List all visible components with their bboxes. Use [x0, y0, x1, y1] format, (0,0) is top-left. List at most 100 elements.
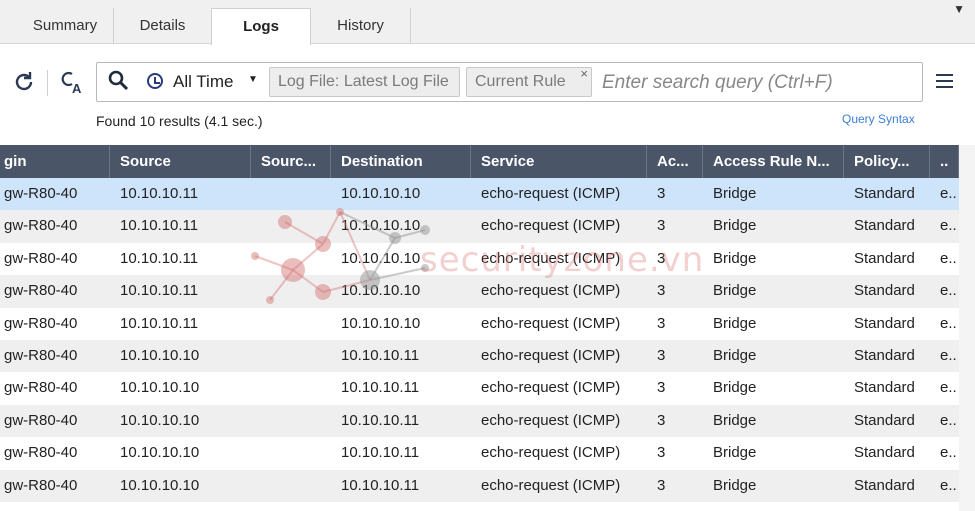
- close-icon[interactable]: ×: [580, 60, 588, 88]
- query-syntax-link[interactable]: Query Syntax: [842, 112, 915, 126]
- tab-logs[interactable]: Logs: [211, 8, 311, 45]
- tab-bar: Summary Details Logs History ▼: [0, 0, 975, 45]
- cell-access-rule-name: Bridge: [713, 314, 757, 332]
- cell-origin: gw-R80-40: [4, 346, 78, 364]
- cell-source: 10.10.10.11: [120, 217, 199, 235]
- cell-policy: Standard: [854, 314, 915, 332]
- cell-more: e..: [940, 444, 957, 462]
- cell-source-user: [251, 308, 331, 340]
- cell-destination: 10.10.10.11: [341, 379, 420, 397]
- column-header-source-user[interactable]: Sourc...: [251, 145, 331, 178]
- cell-source: 10.10.10.11: [120, 314, 199, 332]
- search-bar: All Time ▼ Log File: Latest Log File Cur…: [96, 62, 923, 102]
- hamburger-menu-icon[interactable]: [936, 74, 953, 89]
- column-header-more[interactable]: ..: [930, 145, 959, 178]
- column-header-action[interactable]: Ac...: [647, 145, 703, 178]
- cell-source-user: [251, 275, 331, 307]
- cell-more: e..: [940, 249, 957, 267]
- search-input[interactable]: Enter search query (Ctrl+F): [602, 72, 833, 94]
- cell-more: e..: [940, 346, 957, 364]
- time-filter[interactable]: All Time: [173, 72, 233, 92]
- cell-destination: 10.10.10.11: [341, 411, 420, 429]
- table-header: gin Source Sourc... Destination Service …: [0, 145, 959, 178]
- cell-more: e..: [940, 379, 957, 397]
- cell-more: e..: [940, 476, 957, 494]
- cell-source-user: [251, 470, 331, 502]
- tab-summary[interactable]: Summary: [17, 8, 114, 44]
- cell-access-rule-name: Bridge: [713, 476, 757, 494]
- table-row[interactable]: gw-R80-40 10.10.10.11 10.10.10.10 echo-requ…: [0, 275, 959, 308]
- cell-source: 10.10.10.10: [120, 379, 200, 397]
- cell-more: e..: [940, 411, 957, 429]
- cell-source: 10.10.10.10: [120, 444, 200, 462]
- cell-service: echo-request (ICMP): [481, 217, 621, 235]
- cell-source-user: [251, 243, 331, 275]
- cell-origin: gw-R80-40: [4, 444, 78, 462]
- toolbar-divider: [47, 70, 48, 96]
- cell-policy: Standard: [854, 217, 915, 235]
- table-row[interactable]: gw-R80-40 10.10.10.10 10.10.10.11 echo-requ…: [0, 404, 959, 438]
- cell-service: echo-request (ICMP): [481, 314, 621, 332]
- chevron-down-icon[interactable]: ▼: [248, 74, 258, 85]
- column-header-destination[interactable]: Destination: [331, 145, 471, 178]
- cell-destination: 10.10.10.11: [341, 346, 420, 364]
- clock-icon[interactable]: [147, 73, 163, 89]
- refresh-icon[interactable]: [12, 70, 36, 100]
- filter-chip-log-file[interactable]: Log File: Latest Log File: [269, 67, 460, 97]
- cell-action: 3: [657, 217, 666, 235]
- table-row[interactable]: gw-R80-40 10.10.10.11 10.10.10.10 echo-requ…: [0, 178, 959, 211]
- cell-access-rule-name: Bridge: [713, 185, 757, 202]
- vertical-scrollbar[interactable]: [959, 145, 975, 511]
- cell-policy: Standard: [854, 346, 915, 364]
- cell-access-rule-name: Bridge: [713, 346, 757, 364]
- cell-more: e..: [940, 217, 957, 235]
- cell-source-user: [251, 178, 331, 210]
- cell-policy: Standard: [854, 444, 915, 462]
- collapse-arrow-icon[interactable]: ▼: [953, 2, 965, 16]
- tab-history[interactable]: History: [311, 8, 411, 44]
- table-row[interactable]: gw-R80-40 10.10.10.10 10.10.10.11 echo-requ…: [0, 469, 959, 502]
- column-header-service[interactable]: Service: [471, 145, 647, 178]
- cell-action: 3: [657, 411, 666, 429]
- cell-service: echo-request (ICMP): [481, 185, 621, 202]
- table-row[interactable]: gw-R80-40 10.10.10.11 10.10.10.10 echo-requ…: [0, 210, 959, 243]
- tab-details[interactable]: Details: [114, 8, 212, 44]
- column-header-origin[interactable]: gin: [0, 145, 110, 178]
- table-row[interactable]: gw-R80-40 10.10.10.11 10.10.10.10 echo-requ…: [0, 307, 959, 340]
- table-row[interactable]: gw-R80-40 10.10.10.11 10.10.10.10 echo-requ…: [0, 242, 959, 276]
- table-row[interactable]: gw-R80-40 10.10.10.10 10.10.10.11 echo-requ…: [0, 339, 959, 373]
- column-header-access-rule-name[interactable]: Access Rule N...: [703, 145, 844, 178]
- cell-action: 3: [657, 346, 666, 364]
- cell-service: echo-request (ICMP): [481, 249, 621, 267]
- cell-source: 10.10.10.10: [120, 476, 200, 494]
- svg-text:A: A: [72, 81, 82, 96]
- match-case-icon[interactable]: A: [58, 68, 86, 102]
- cell-policy: Standard: [854, 249, 915, 267]
- cell-origin: gw-R80-40: [4, 185, 78, 202]
- table-row[interactable]: gw-R80-40 10.10.10.10 10.10.10.11 echo-requ…: [0, 437, 959, 470]
- cell-action: 3: [657, 282, 666, 300]
- cell-more: e..: [940, 185, 957, 202]
- cell-access-rule-name: Bridge: [713, 217, 757, 235]
- chip-label: Log File: Latest Log File: [278, 73, 449, 90]
- table-row[interactable]: gw-R80-40 10.10.10.10 10.10.10.11 echo-requ…: [0, 372, 959, 405]
- cell-source-user: [251, 437, 331, 469]
- table-body: gw-R80-40 10.10.10.11 10.10.10.10 echo-requ…: [0, 178, 959, 502]
- cell-more: e..: [940, 314, 957, 332]
- cell-action: 3: [657, 314, 666, 332]
- cell-action: 3: [657, 185, 666, 202]
- search-icon[interactable]: [107, 69, 131, 93]
- cell-destination: 10.10.10.10: [341, 217, 421, 235]
- column-header-source[interactable]: Source: [110, 145, 251, 178]
- cell-service: echo-request (ICMP): [481, 476, 621, 494]
- filter-chip-current-rule[interactable]: Current Rule ×: [466, 66, 592, 97]
- cell-source: 10.10.10.11: [120, 185, 199, 202]
- chip-label: Current Rule: [475, 73, 566, 90]
- cell-source-user: [251, 340, 331, 372]
- column-header-policy[interactable]: Policy...: [844, 145, 930, 178]
- cell-service: echo-request (ICMP): [481, 444, 621, 462]
- cell-destination: 10.10.10.10: [341, 185, 421, 202]
- cell-origin: gw-R80-40: [4, 282, 78, 300]
- cell-policy: Standard: [854, 282, 915, 300]
- cell-origin: gw-R80-40: [4, 314, 78, 332]
